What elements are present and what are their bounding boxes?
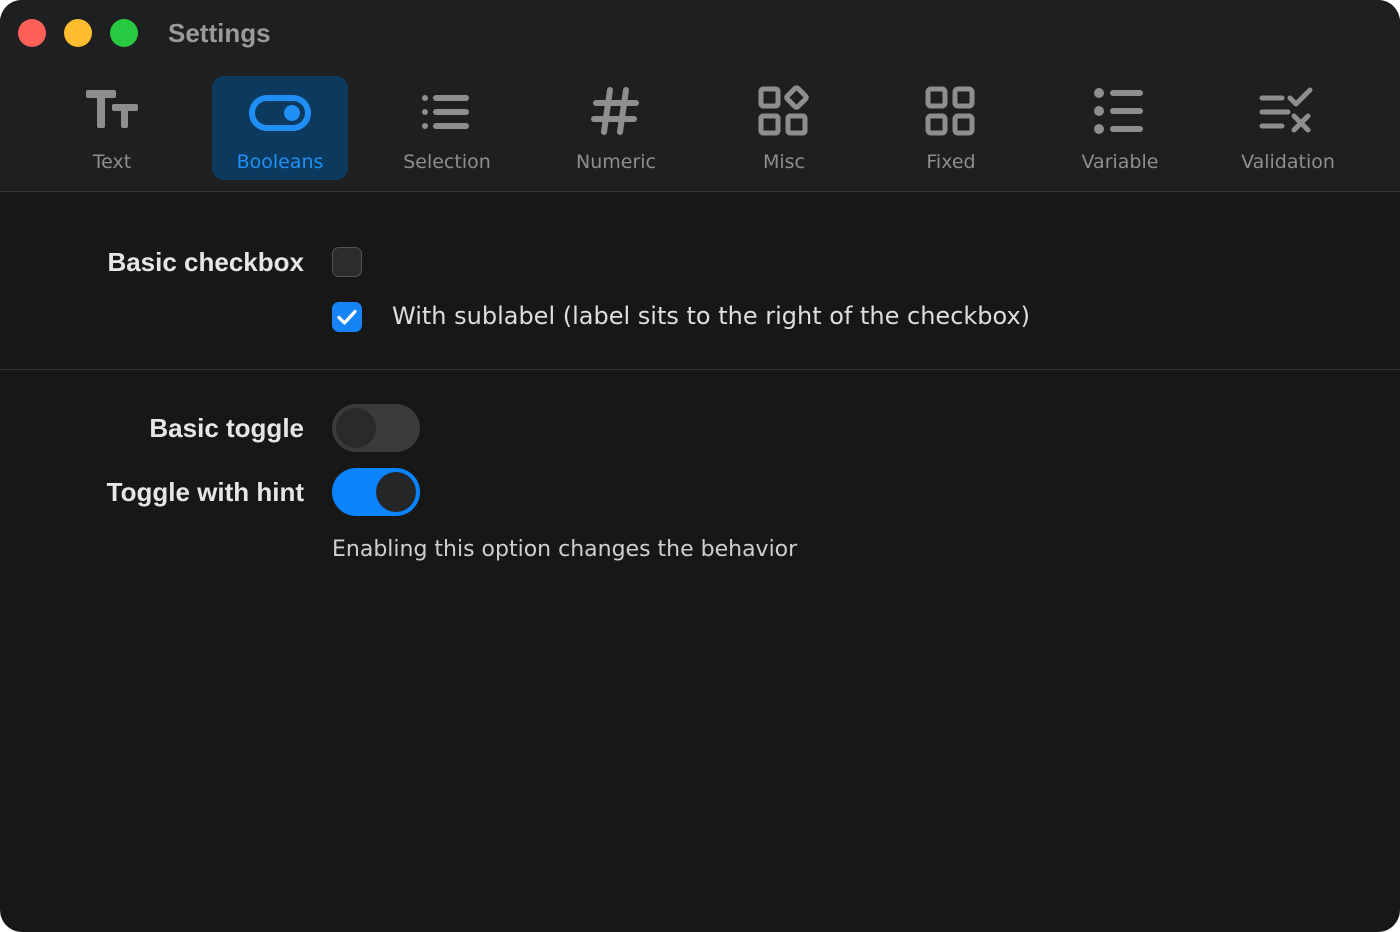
hashtag-icon [548,84,684,140]
close-window-button[interactable] [18,19,46,47]
preferences-toolbar: Text Booleans Selection Numeric Misc Fix… [0,64,1400,192]
toggle-icon [212,84,348,140]
section-divider [0,369,1400,370]
tab-fixed[interactable]: Fixed [883,76,1019,180]
toggle-hint-text: Enabling this option changes the behavio… [332,537,798,562]
tab-text[interactable]: Text [44,76,180,180]
settings-window: Settings Text Booleans Selection Numeric… [0,0,1400,932]
toggle-with-hint-label: Toggle with hint [106,477,304,507]
tab-label: Fixed [926,151,976,173]
grid-icon [883,84,1019,140]
check-x-list-icon [1220,84,1356,140]
basic-toggle-label: Basic toggle [149,413,304,443]
tab-label: Numeric [576,151,656,173]
minimize-window-button[interactable] [64,19,92,47]
toggle-with-hint[interactable] [332,468,420,516]
sublabel-checkbox[interactable] [332,302,362,332]
tab-misc[interactable]: Misc [716,76,852,180]
zoom-window-button[interactable] [110,19,138,47]
tab-variable[interactable]: Variable [1052,76,1188,180]
tab-label: Booleans [236,151,324,173]
tab-booleans[interactable]: Booleans [212,76,348,180]
tab-label: Text [92,151,132,173]
tab-label: Misc [762,151,806,173]
toggle-knob [376,472,416,512]
list-icon [379,84,515,140]
basic-checkbox[interactable] [332,247,362,277]
checkmark-icon [337,309,357,325]
tab-validation[interactable]: Validation [1220,76,1356,180]
window-title: Settings [168,18,271,48]
basic-toggle[interactable] [332,404,420,452]
tab-label: Selection [403,151,491,173]
tab-selection[interactable]: Selection [379,76,515,180]
toggle-knob [336,408,376,448]
tab-numeric[interactable]: Numeric [548,76,684,180]
checkbox-sublabel[interactable]: With sublabel (label sits to the right o… [392,302,1030,330]
shapes-grid-icon [716,84,852,140]
text-size-icon [44,84,180,140]
title-bar: Settings [0,0,1400,64]
tab-label: Variable [1081,151,1159,173]
basic-checkbox-label: Basic checkbox [107,247,304,277]
bulleted-list-icon [1052,84,1188,140]
tab-label: Validation [1241,151,1335,173]
